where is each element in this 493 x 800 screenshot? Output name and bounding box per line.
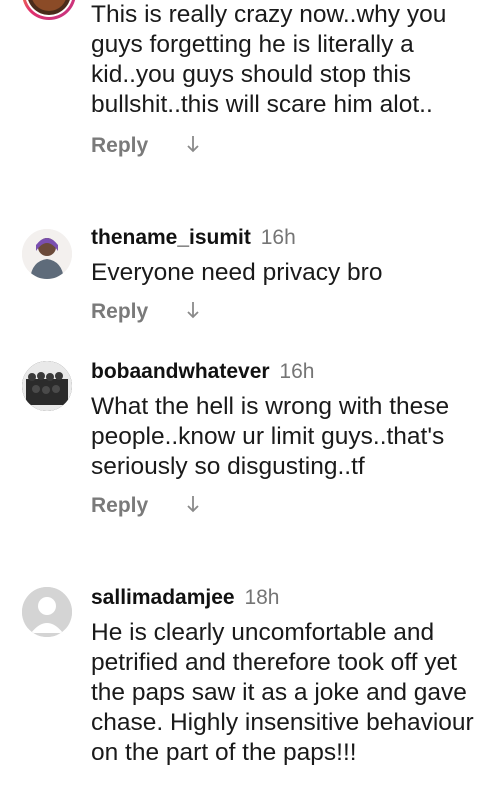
comment-text: Everyone need privacy bro — [91, 259, 383, 286]
avatar[interactable] — [22, 0, 76, 20]
comment-actions: Reply — [91, 134, 479, 158]
avatar[interactable] — [22, 587, 72, 637]
comment-meta: bobaandwhatever 16h — [91, 359, 479, 385]
comment-actions: Reply — [91, 494, 479, 518]
username[interactable]: bobaandwhatever — [91, 360, 270, 383]
reply-button[interactable]: Reply — [91, 300, 148, 324]
arrow-down-icon[interactable] — [186, 135, 200, 157]
avatar[interactable] — [22, 229, 72, 279]
timestamp: 16h — [279, 360, 315, 383]
reply-button[interactable]: Reply — [91, 134, 148, 158]
comment-text: This is really crazy now..why you guys f… — [91, 1, 447, 118]
arrow-down-icon[interactable] — [186, 495, 200, 517]
arrow-down-icon[interactable] — [186, 301, 200, 323]
username[interactable]: thename_isumit — [91, 226, 251, 249]
comment-actions: Reply — [91, 300, 479, 324]
comment-text: What the hell is wrong with these people… — [91, 393, 450, 480]
timestamp: 16h — [260, 226, 296, 249]
comment-meta: thename_isumit 16h — [91, 225, 479, 251]
username[interactable]: sallimadamjee — [91, 586, 235, 609]
comment-meta: sallimadamjee 18h — [91, 585, 479, 611]
comment-text: He is clearly uncomfortable and petrifie… — [91, 619, 474, 766]
reply-button[interactable]: Reply — [91, 494, 148, 518]
avatar[interactable] — [22, 361, 72, 411]
timestamp: 18h — [244, 586, 280, 609]
